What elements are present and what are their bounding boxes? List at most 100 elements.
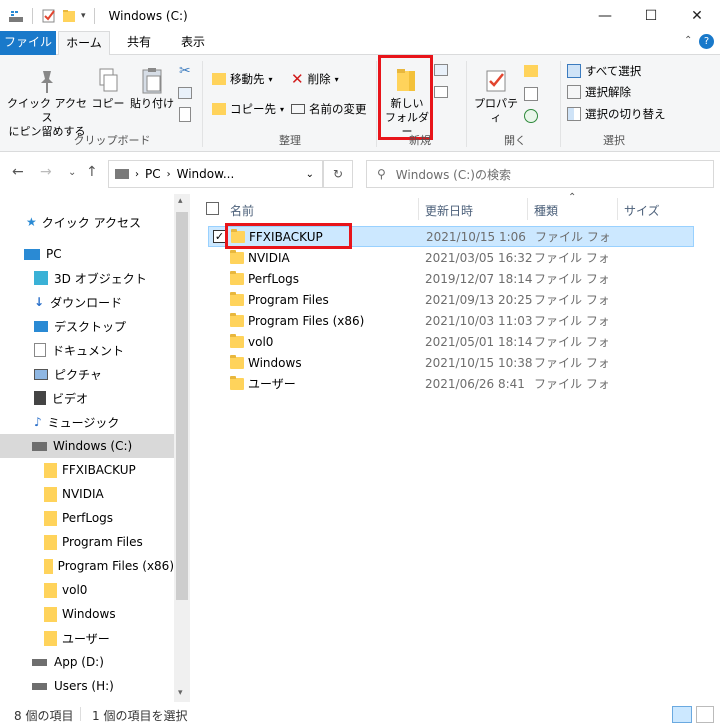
nav-pc-label: PC [46, 247, 62, 261]
nav-quick-access[interactable]: ★ クイック アクセス [0, 210, 174, 234]
address-row: ← → ⌄ ↑ › PC › Window... ⌄ ↻ ⚲ Windows (… [0, 152, 720, 194]
history-icon[interactable] [524, 109, 538, 123]
nav-folder-label: ユーザー [62, 631, 110, 646]
paste-button[interactable]: 貼り付け [130, 67, 174, 111]
file-row[interactable]: NVIDIA 2021/03/05 16:32 ファイル フォルダー [208, 247, 694, 268]
maximize-button[interactable]: ☐ [628, 0, 674, 31]
column-header-name[interactable]: 名前 [230, 202, 254, 219]
open-icon[interactable] [524, 65, 538, 77]
nav-folder-perflogs[interactable]: PerfLogs [0, 506, 174, 530]
details-view-icon[interactable] [672, 706, 692, 723]
drive-icon [8, 8, 24, 24]
folder-icon [44, 606, 57, 622]
new-folder-qat-icon[interactable] [61, 8, 77, 24]
select-all-button[interactable]: すべて選択 [567, 61, 641, 81]
forward-arrow-icon[interactable]: → [40, 164, 52, 180]
nav-pictures[interactable]: ピクチャ [0, 362, 174, 386]
tab-share[interactable]: 共有 [116, 31, 162, 55]
file-row[interactable]: Windows 2021/10/15 10:38 ファイル フォルダー [208, 352, 694, 373]
picture-icon [34, 368, 48, 380]
column-header-type[interactable]: 種類 [534, 202, 558, 219]
invert-selection-button[interactable]: 選択の切り替え [567, 104, 666, 124]
breadcrumb-current[interactable]: Window... [177, 167, 235, 181]
new-item-icon[interactable] [434, 64, 448, 76]
column-header-size[interactable]: サイズ [624, 202, 660, 219]
copy-button[interactable]: コピー [90, 67, 126, 111]
tab-view[interactable]: 表示 [170, 31, 216, 55]
nav-documents[interactable]: ドキュメント [0, 338, 174, 362]
move-to-button[interactable]: 移動先 ▾ [212, 69, 273, 89]
nav-desktop[interactable]: デスクトップ [0, 314, 174, 338]
nav-scroll-thumb[interactable] [176, 212, 188, 600]
cut-icon[interactable]: ✂ [179, 63, 191, 79]
folder-icon [230, 376, 244, 390]
address-dropdown-icon[interactable]: ⌄ [306, 169, 314, 180]
nav-downloads[interactable]: ↓ ダウンロード [0, 290, 174, 314]
rename-button[interactable]: 名前の変更 [291, 99, 367, 119]
properties-button[interactable]: プロパティ [470, 67, 522, 125]
refresh-button[interactable]: ↻ [323, 160, 353, 188]
nav-folder-program-files-x86[interactable]: Program Files (x86) [0, 554, 174, 578]
file-row[interactable]: PerfLogs 2019/12/07 18:14 ファイル フォルダー [208, 268, 694, 289]
select-none-button[interactable]: 選択解除 [567, 82, 631, 102]
nav-videos[interactable]: ビデオ [0, 386, 174, 410]
nav-folder-nvidia[interactable]: NVIDIA [0, 482, 174, 506]
nav-pc[interactable]: PC [0, 242, 174, 266]
nav-drive-d[interactable]: App (D:) [0, 650, 174, 674]
folder-icon [230, 292, 244, 306]
search-input[interactable]: ⚲ Windows (C:)の検索 [366, 160, 714, 188]
easy-access-icon[interactable] [434, 86, 448, 98]
scroll-down-icon[interactable]: ▾ [178, 688, 183, 698]
close-button[interactable]: ✕ [674, 0, 720, 31]
file-row[interactable]: Program Files 2021/09/13 20:25 ファイル フォルダ… [208, 289, 694, 310]
breadcrumb-pc[interactable]: PC [145, 167, 161, 181]
tab-home[interactable]: ホーム [58, 31, 110, 56]
file-date: 2019/12/07 18:14 [425, 271, 533, 286]
back-arrow-icon[interactable]: ← [12, 164, 24, 180]
nav-folder-windows[interactable]: Windows [0, 602, 174, 626]
pin-quick-access-button[interactable]: クイック アクセス にピン留めする [6, 67, 88, 139]
search-placeholder: Windows (C:)の検索 [395, 167, 511, 182]
file-date: 2021/10/15 10:38 [425, 355, 533, 370]
help-icon[interactable]: ? [699, 34, 714, 49]
nav-folder-users[interactable]: ユーザー [0, 626, 174, 650]
nav-item-label: ダウンロード [50, 295, 123, 310]
tab-file[interactable]: ファイル [0, 31, 56, 55]
scroll-up-icon[interactable]: ▴ [178, 196, 183, 206]
up-arrow-icon[interactable]: ↑ [86, 164, 98, 180]
file-type: ファイル フォルダー [534, 335, 608, 349]
navigation-pane: ★ クイック アクセス PC 3D オブジェクト ↓ ダウンロード デスクトップ… [0, 194, 190, 702]
cube-icon [34, 271, 48, 285]
nav-music[interactable]: ♪ ミュージック [0, 410, 174, 434]
paste-shortcut-icon[interactable] [179, 107, 191, 122]
file-row[interactable]: Program Files (x86) 2021/10/03 11:03 ファイ… [208, 310, 694, 331]
delete-button[interactable]: ✕ 削除 ▾ [291, 69, 339, 89]
nav-folder-vol0[interactable]: vol0 [0, 578, 174, 602]
qat-dropdown-icon[interactable]: ▾ [81, 11, 86, 21]
copy-to-button[interactable]: コピー先 ▾ [212, 99, 284, 119]
organize-group-label: 整理 [279, 134, 301, 147]
chevron-down-icon: ▾ [280, 104, 285, 114]
select-all-checkbox[interactable] [206, 202, 219, 215]
nav-drive-c[interactable]: Windows (C:) [0, 434, 174, 458]
minimize-button[interactable]: — [582, 0, 628, 31]
large-icons-view-icon[interactable] [696, 706, 714, 723]
nav-drive-h[interactable]: Users (H:) [0, 674, 174, 698]
folder-icon [230, 313, 244, 327]
nav-3d-objects[interactable]: 3D オブジェクト [0, 266, 174, 290]
folder-icon [230, 355, 244, 369]
selected-count: 1 個の項目を選択 [92, 709, 188, 723]
edit-icon[interactable] [524, 87, 538, 101]
file-row[interactable]: vol0 2021/05/01 18:14 ファイル フォルダー [208, 331, 694, 352]
address-bar[interactable]: › PC › Window... ⌄ [108, 160, 323, 188]
recent-chevron-down-icon[interactable]: ⌄ [68, 167, 76, 178]
nav-folder-program-files[interactable]: Program Files [0, 530, 174, 554]
column-header-date[interactable]: 更新日時 [425, 202, 473, 219]
ribbon-collapse-icon[interactable]: ⌃ [684, 35, 692, 46]
delete-icon: ✕ [291, 70, 304, 88]
properties-qat-icon[interactable] [41, 8, 57, 24]
file-type: ファイル フォルダー [534, 293, 608, 307]
nav-folder-ffxibackup[interactable]: FFXIBACKUP [0, 458, 174, 482]
file-row[interactable]: ユーザー 2021/06/26 8:41 ファイル フォルダー [208, 373, 694, 394]
copy-path-icon[interactable] [178, 87, 192, 99]
